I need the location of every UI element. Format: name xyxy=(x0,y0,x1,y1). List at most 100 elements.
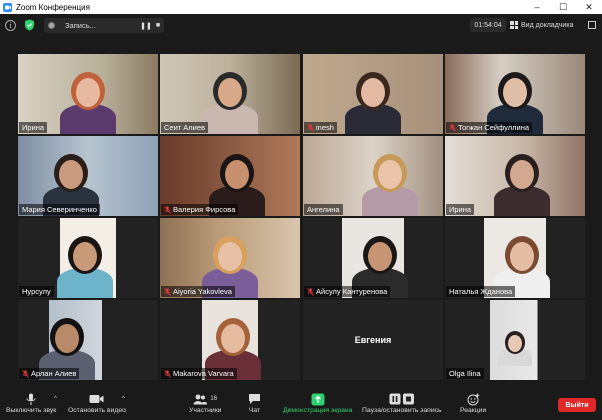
pause-stop-recording-label: Пауза/остановить запись xyxy=(362,407,442,414)
participant-name-tag: Айсулу Кантуренова xyxy=(304,286,391,297)
participant-silhouette xyxy=(368,242,392,271)
pause-stop-recording-button[interactable]: Пауза/остановить запись xyxy=(362,392,442,414)
muted-microphone-icon xyxy=(164,287,171,296)
share-screen-label: Демонстрация экрана xyxy=(283,407,353,414)
security-shield-icon[interactable] xyxy=(24,19,35,31)
muted-microphone-icon xyxy=(307,287,314,296)
meeting-toolbar: Выключить звук ^ Остановить видео ^ 16 У… xyxy=(0,390,602,420)
participant-tile[interactable]: Нурсулу xyxy=(18,218,158,298)
recording-label: Запись... xyxy=(65,21,96,30)
participant-name: Ангелина xyxy=(307,205,340,214)
window-title-bar: Zoom Конференция – ☐ ✕ xyxy=(0,0,602,14)
participant-name-tag: Olga Ilina xyxy=(446,368,484,379)
participant-tile[interactable]: Мария Северинченко xyxy=(18,136,158,216)
participant-tile[interactable]: Сеит Алиев xyxy=(160,54,300,134)
participant-silhouette xyxy=(218,78,242,107)
participant-name-tag: Ангелина xyxy=(304,204,343,215)
participant-tile[interactable]: Наталья Жданова xyxy=(445,218,585,298)
participant-name: Айсулу Кантуренова xyxy=(316,287,388,296)
participant-name: Ирина xyxy=(22,123,45,132)
reactions-button[interactable]: Реакции xyxy=(460,392,486,414)
window-title: Zoom Конференция xyxy=(16,2,90,12)
participant-silhouette xyxy=(503,78,527,107)
chat-button[interactable]: Чат xyxy=(248,392,261,414)
participant-name-tag: Ирина xyxy=(19,122,48,133)
video-camera-icon xyxy=(89,392,104,406)
mute-label: Выключить звук xyxy=(6,407,57,414)
smiley-plus-icon xyxy=(467,392,480,406)
participant-name-tag: Арлан Алиев xyxy=(19,368,80,379)
fullscreen-icon[interactable] xyxy=(588,21,596,29)
stop-video-button[interactable]: Остановить видео xyxy=(68,392,126,414)
participant-tile[interactable]: Olga Ilina xyxy=(445,300,585,380)
participant-name: Арлан Алиев xyxy=(31,369,77,378)
close-window-button[interactable]: ✕ xyxy=(576,0,602,14)
muted-microphone-icon xyxy=(164,205,171,214)
leave-meeting-button[interactable]: Выйти xyxy=(558,398,596,412)
meeting-info-icon[interactable]: i xyxy=(5,20,16,31)
mute-button[interactable]: Выключить звук xyxy=(6,392,56,414)
muted-microphone-icon xyxy=(307,123,314,132)
participant-tile[interactable]: Валерия Фирсова xyxy=(160,136,300,216)
participant-silhouette xyxy=(377,160,402,189)
stop-recording-button[interactable]: ■ xyxy=(152,22,164,29)
view-mode-label: Вид докладчика xyxy=(521,21,574,29)
participant-name-tag: Aiyoria Yakovleva xyxy=(161,286,235,297)
participants-label: Участники xyxy=(189,407,222,414)
participant-name: Ирина xyxy=(449,205,472,214)
muted-microphone-icon xyxy=(22,369,29,378)
microphone-icon xyxy=(26,392,36,406)
participant-name: Тогжан Сейфуллина xyxy=(458,123,530,132)
participant-silhouette xyxy=(361,78,385,107)
participant-silhouette xyxy=(510,160,534,189)
view-mode-button[interactable]: Вид докладчика xyxy=(510,18,584,32)
participant-tile[interactable]: Ирина xyxy=(18,54,158,134)
participant-name-tag: inesh xyxy=(304,122,337,133)
meeting-timer: 01:54:04 xyxy=(470,18,506,32)
participant-tile[interactable]: inesh xyxy=(303,54,443,134)
participant-name-center: Евгения xyxy=(354,335,392,345)
recording-indicator: Запись... ❚❚ ■ xyxy=(44,18,164,33)
participant-name: Наталья Жданова xyxy=(449,287,513,296)
share-screen-icon xyxy=(311,392,325,406)
grid-view-icon xyxy=(510,21,518,29)
participant-name: Makarova Varvara xyxy=(173,369,234,378)
video-options-caret[interactable]: ^ xyxy=(122,396,125,402)
participant-tile[interactable]: Aiyoria Yakovleva xyxy=(160,218,300,298)
muted-microphone-icon xyxy=(164,369,171,378)
participant-name-tag: Валерия Фирсова xyxy=(161,204,239,215)
participant-name: Aiyoria Yakovleva xyxy=(173,287,232,296)
reactions-label: Реакции xyxy=(460,407,487,414)
participants-button[interactable]: 16 Участники xyxy=(189,392,221,414)
participant-silhouette xyxy=(55,324,79,353)
participant-tile[interactable]: Арлан Алиев xyxy=(18,300,158,380)
participant-silhouette xyxy=(76,78,100,107)
pause-stop-icon xyxy=(389,392,415,406)
participant-tile[interactable]: Тогжан Сейфуллина xyxy=(445,54,585,134)
participant-tile[interactable]: Евгения xyxy=(303,300,443,380)
pause-recording-button[interactable]: ❚❚ xyxy=(140,22,152,30)
recording-dot-icon xyxy=(48,22,55,29)
zoom-app-icon xyxy=(3,2,12,12)
participant-name-tag: Сеит Алиев xyxy=(161,122,209,133)
participant-tile[interactable]: Makarova Varvara xyxy=(160,300,300,380)
participant-name-tag: Наталья Жданова xyxy=(446,286,516,297)
share-screen-button[interactable]: Демонстрация экрана xyxy=(283,392,352,414)
participant-tile[interactable]: Айсулу Кантуренова xyxy=(303,218,443,298)
maximize-button[interactable]: ☐ xyxy=(550,0,576,14)
participant-name-tag: Ирина xyxy=(446,204,475,215)
participants-icon: 16 xyxy=(193,392,217,406)
minimize-button[interactable]: – xyxy=(524,0,550,14)
participant-tile[interactable]: Ирина xyxy=(445,136,585,216)
participants-count: 16 xyxy=(210,396,218,402)
audio-options-caret[interactable]: ^ xyxy=(54,396,57,402)
participant-silhouette xyxy=(218,242,242,271)
participant-tile[interactable]: Ангелина xyxy=(303,136,443,216)
participant-silhouette xyxy=(225,160,249,189)
participant-name: Olga Ilina xyxy=(449,369,481,378)
participant-name-tag: Мария Северинченко xyxy=(19,204,100,215)
chat-bubble-icon xyxy=(248,392,261,406)
participant-name-tag: Нурсулу xyxy=(19,286,54,297)
chat-label: Чат xyxy=(248,407,261,414)
meeting-top-bar: i Запись... ❚❚ ■ 01:54:04 Вид докладчика xyxy=(0,14,602,36)
